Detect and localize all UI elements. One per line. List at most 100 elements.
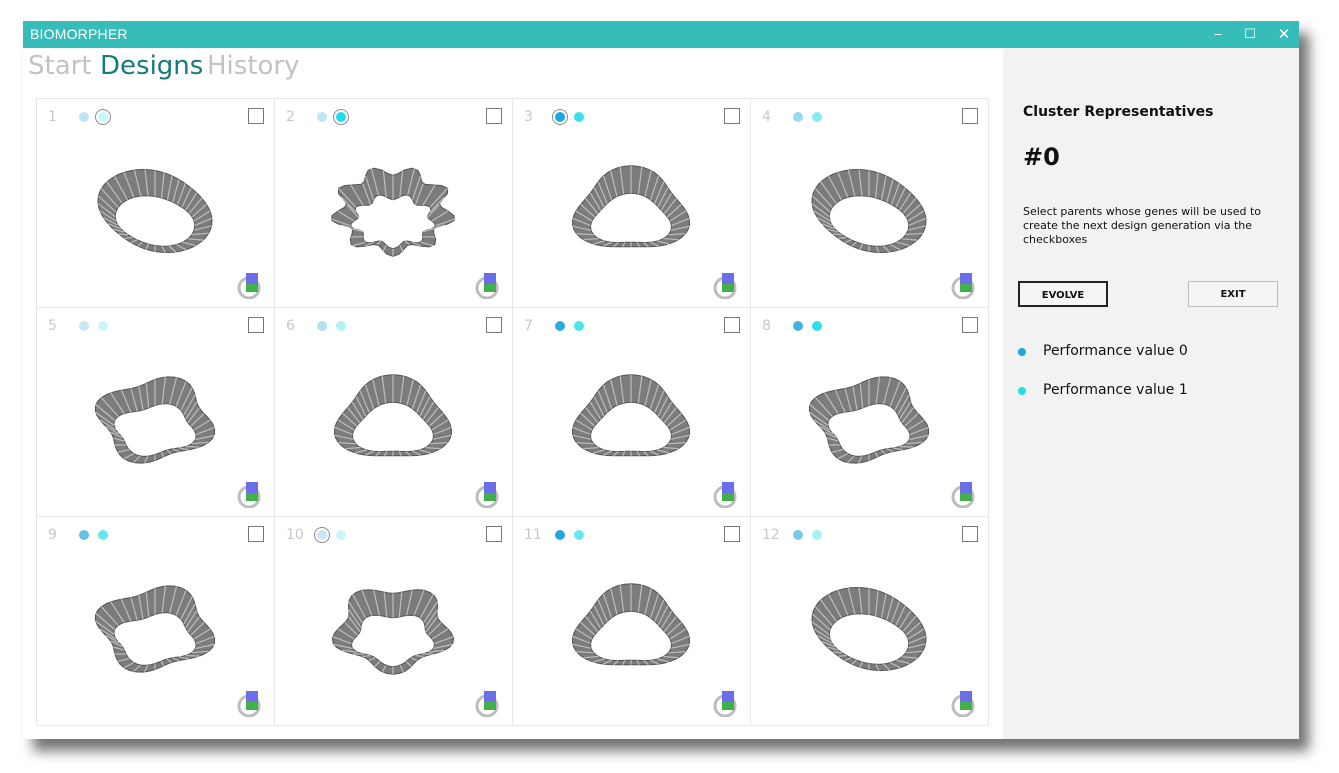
performance-dot-0 bbox=[555, 321, 565, 331]
settings-badge-icon[interactable] bbox=[236, 689, 264, 717]
settings-badge-icon[interactable] bbox=[474, 689, 502, 717]
performance-dot-1 bbox=[336, 112, 346, 122]
design-cell[interactable]: 5 bbox=[37, 308, 275, 517]
design-cell[interactable]: 7 bbox=[513, 308, 751, 517]
app-title: BIOMORPHER bbox=[30, 26, 128, 42]
design-preview[interactable] bbox=[556, 366, 706, 486]
select-parent-checkbox[interactable] bbox=[248, 108, 264, 124]
design-cell[interactable]: 3 bbox=[513, 99, 751, 308]
design-number: 12 bbox=[762, 527, 780, 543]
design-number: 8 bbox=[762, 318, 771, 334]
design-number: 10 bbox=[286, 527, 304, 543]
design-number: 4 bbox=[762, 109, 771, 125]
legend-label: Performance value 1 bbox=[1043, 382, 1188, 398]
performance-dot-0 bbox=[317, 530, 327, 540]
settings-badge-icon[interactable] bbox=[712, 689, 740, 717]
design-cell[interactable]: 1 bbox=[37, 99, 275, 308]
close-icon[interactable]: ✕ bbox=[1269, 21, 1299, 48]
design-preview[interactable] bbox=[556, 575, 706, 695]
title-bar[interactable]: BIOMORPHER ‒ ☐ ✕ bbox=[23, 21, 1299, 48]
design-preview[interactable] bbox=[794, 366, 944, 486]
side-panel: Cluster Representatives #0 Select parent… bbox=[1003, 48, 1299, 739]
settings-badge-icon[interactable] bbox=[474, 480, 502, 508]
settings-badge-icon[interactable] bbox=[236, 271, 264, 299]
performance-dot-1 bbox=[812, 530, 822, 540]
select-parent-checkbox[interactable] bbox=[724, 526, 740, 542]
settings-badge-icon[interactable] bbox=[712, 480, 740, 508]
design-cell[interactable]: 8 bbox=[751, 308, 989, 517]
performance-dot-0 bbox=[555, 530, 565, 540]
performance-dot-1 bbox=[98, 112, 108, 122]
design-preview[interactable] bbox=[318, 157, 468, 277]
select-parent-checkbox[interactable] bbox=[962, 317, 978, 333]
performance-dot-0 bbox=[79, 321, 89, 331]
perf0-dot bbox=[1018, 348, 1026, 356]
design-number: 6 bbox=[286, 318, 295, 334]
settings-badge-icon[interactable] bbox=[236, 480, 264, 508]
instructions-text: Select parents whose genes will be used … bbox=[1023, 205, 1262, 246]
maximize-icon[interactable]: ☐ bbox=[1235, 21, 1265, 48]
performance-dot-0 bbox=[317, 321, 327, 331]
design-number: 7 bbox=[524, 318, 533, 334]
select-parent-checkbox[interactable] bbox=[724, 108, 740, 124]
minimize-icon[interactable]: ‒ bbox=[1203, 21, 1233, 48]
performance-dot-0 bbox=[317, 112, 327, 122]
performance-dot-1 bbox=[574, 530, 584, 540]
design-cell[interactable]: 9 bbox=[37, 517, 275, 726]
design-cell[interactable]: 10 bbox=[275, 517, 513, 726]
select-parent-checkbox[interactable] bbox=[962, 108, 978, 124]
design-preview[interactable] bbox=[80, 575, 230, 695]
select-parent-checkbox[interactable] bbox=[248, 317, 264, 333]
tab-designs[interactable]: Designs bbox=[100, 51, 203, 81]
design-cell[interactable]: 6 bbox=[275, 308, 513, 517]
design-cell[interactable]: 2 bbox=[275, 99, 513, 308]
design-preview[interactable] bbox=[794, 575, 944, 695]
cluster-number: #0 bbox=[1023, 143, 1060, 171]
settings-badge-icon[interactable] bbox=[474, 271, 502, 299]
select-parent-checkbox[interactable] bbox=[486, 108, 502, 124]
select-parent-checkbox[interactable] bbox=[724, 317, 740, 333]
performance-dot-1 bbox=[98, 530, 108, 540]
select-parent-checkbox[interactable] bbox=[486, 526, 502, 542]
performance-dot-1 bbox=[336, 530, 346, 540]
cluster-heading: Cluster Representatives bbox=[1023, 104, 1214, 120]
performance-dot-1 bbox=[98, 321, 108, 331]
design-number: 3 bbox=[524, 109, 533, 125]
performance-dot-1 bbox=[812, 112, 822, 122]
design-preview[interactable] bbox=[794, 157, 944, 277]
tab-history[interactable]: History bbox=[207, 51, 300, 81]
performance-dot-0 bbox=[555, 112, 565, 122]
tab-start[interactable]: Start bbox=[28, 51, 92, 81]
design-preview[interactable] bbox=[318, 575, 468, 695]
design-number: 2 bbox=[286, 109, 295, 125]
design-preview[interactable] bbox=[80, 157, 230, 277]
performance-dot-1 bbox=[812, 321, 822, 331]
performance-dot-1 bbox=[574, 321, 584, 331]
settings-badge-icon[interactable] bbox=[950, 689, 978, 717]
select-parent-checkbox[interactable] bbox=[962, 526, 978, 542]
biomorpher-window: BIOMORPHER ‒ ☐ ✕ Start Designs History 1… bbox=[23, 21, 1299, 739]
performance-dot-0 bbox=[793, 530, 803, 540]
design-number: 5 bbox=[48, 318, 57, 334]
settings-badge-icon[interactable] bbox=[950, 480, 978, 508]
design-cell[interactable]: 11 bbox=[513, 517, 751, 726]
exit-button[interactable]: EXIT bbox=[1188, 281, 1278, 307]
performance-dot-1 bbox=[574, 112, 584, 122]
design-grid: 1 2 3 4 5 6 7 8 9 10 11 12 bbox=[36, 98, 989, 726]
performance-dot-0 bbox=[793, 321, 803, 331]
design-cell[interactable]: 4 bbox=[751, 99, 989, 308]
legend-label: Performance value 0 bbox=[1043, 343, 1188, 359]
perf1-dot bbox=[1018, 387, 1026, 395]
performance-dot-1 bbox=[336, 321, 346, 331]
design-preview[interactable] bbox=[556, 157, 706, 277]
settings-badge-icon[interactable] bbox=[950, 271, 978, 299]
select-parent-checkbox[interactable] bbox=[248, 526, 264, 542]
design-preview[interactable] bbox=[318, 366, 468, 486]
design-number: 9 bbox=[48, 527, 57, 543]
design-cell[interactable]: 12 bbox=[751, 517, 989, 726]
select-parent-checkbox[interactable] bbox=[486, 317, 502, 333]
performance-dot-0 bbox=[79, 112, 89, 122]
design-preview[interactable] bbox=[80, 366, 230, 486]
settings-badge-icon[interactable] bbox=[712, 271, 740, 299]
evolve-button[interactable]: EVOLVE bbox=[1018, 281, 1108, 307]
